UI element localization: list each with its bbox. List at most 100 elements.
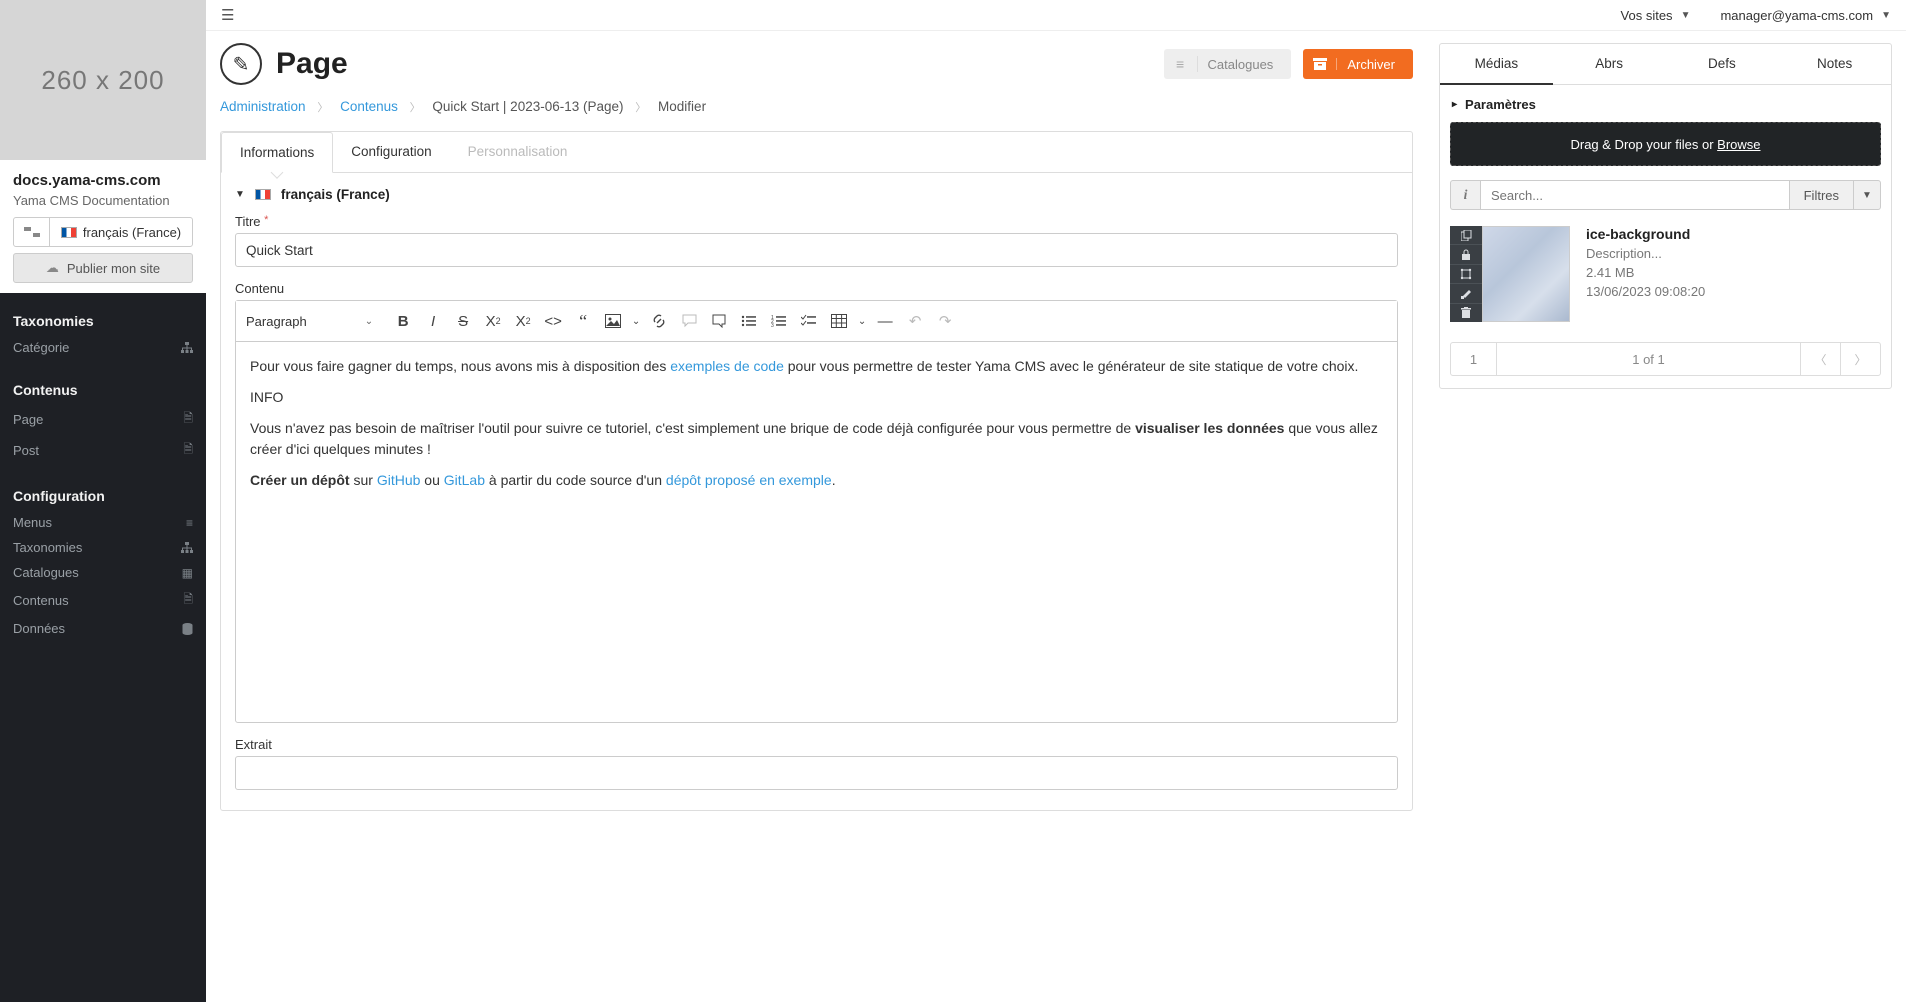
parametres-label: Paramètres — [1465, 97, 1536, 112]
italic-icon[interactable]: I — [419, 307, 447, 335]
hr-icon[interactable]: — — [871, 307, 899, 335]
subscript-icon[interactable]: X2 — [479, 307, 507, 335]
form-card: Informations Configuration Personnalisat… — [220, 131, 1413, 811]
titre-input[interactable] — [235, 233, 1398, 267]
nav-item-post[interactable]: Post 🗎 — [13, 435, 193, 466]
checklist-icon[interactable] — [795, 307, 823, 335]
nav-item-donnees[interactable]: Données — [13, 616, 193, 641]
hamburger-icon[interactable]: ☰ — [221, 6, 234, 24]
superscript-icon[interactable]: X2 — [509, 307, 537, 335]
info-icon[interactable]: i — [1450, 180, 1480, 210]
link-examples[interactable]: exemples de code — [670, 358, 784, 374]
chevron-down-icon[interactable]: ⌄ — [855, 307, 869, 335]
crumb-contenus[interactable]: Contenus — [340, 99, 398, 114]
site-name: docs.yama-cms.com — [13, 172, 193, 189]
pager-prev[interactable]: 〈 — [1800, 343, 1840, 375]
nav-item-menus[interactable]: Menus ≡ — [13, 510, 193, 535]
site-info: docs.yama-cms.com Yama CMS Documentation… — [0, 160, 206, 293]
nav-item-categorie[interactable]: Catégorie — [13, 335, 193, 360]
crumb-page: Quick Start | 2023-06-13 (Page) — [432, 99, 623, 114]
button-label: Archiver — [1347, 57, 1395, 72]
media-thumbnail[interactable] — [1482, 226, 1570, 322]
link-depot[interactable]: dépôt proposé en exemple — [666, 472, 832, 488]
crumb-modifier: Modifier — [658, 99, 706, 114]
database-icon — [182, 623, 193, 635]
sidebar: 260 x 200 docs.yama-cms.com Yama CMS Doc… — [0, 0, 206, 1002]
filters-caret[interactable]: ▼ — [1853, 180, 1881, 210]
archiver-button[interactable]: Archiver — [1303, 49, 1413, 79]
language-collapse[interactable]: ▼ français (France) — [235, 187, 1398, 202]
table-icon[interactable] — [825, 307, 853, 335]
nav-item-taxonomies[interactable]: Taxonomies — [13, 535, 193, 560]
image-icon[interactable] — [599, 307, 627, 335]
parametres-collapse[interactable]: ▸ Paramètres — [1450, 93, 1881, 116]
chevron-right-icon: 〉 — [410, 102, 421, 114]
caret-down-icon: ▼ — [1681, 10, 1691, 21]
media-search-input[interactable] — [1480, 180, 1789, 210]
media-desc: Description... — [1586, 246, 1881, 261]
drop-text: Drag & Drop your files or Browse — [1570, 137, 1760, 152]
nav-taxonomies: Taxonomies Catégorie — [0, 293, 206, 362]
dropzone[interactable]: Drag & Drop your files or Browse — [1450, 122, 1881, 166]
tab-defs[interactable]: Defs — [1666, 44, 1779, 85]
quote-icon[interactable]: “ — [569, 307, 597, 335]
pager-next[interactable]: 〉 — [1840, 343, 1880, 375]
file-icon: 🗎 — [183, 590, 193, 611]
comment-icon — [675, 307, 703, 335]
numbered-list-icon[interactable]: 123 — [765, 307, 793, 335]
link-gitlab[interactable]: GitLab — [444, 472, 485, 488]
editor-body[interactable]: Pour vous faire gagner du temps, nous av… — [236, 342, 1397, 722]
contenu-label: Contenu — [235, 281, 1398, 296]
crop-icon[interactable] — [1450, 265, 1482, 284]
strike-icon[interactable]: S — [449, 307, 477, 335]
main: ☰ Vos sites ▼ manager@yama-cms.com ▼ ✎ P… — [206, 0, 1906, 1002]
tab-informations[interactable]: Informations — [221, 132, 333, 173]
file-icon: 🗎 — [183, 440, 193, 461]
link-github[interactable]: GitHub — [377, 472, 421, 488]
list-icon: ≡ — [1164, 56, 1198, 72]
extrait-label: Extrait — [235, 737, 1398, 752]
copy-icon[interactable] — [1450, 226, 1482, 245]
language-toggle-icon[interactable] — [14, 218, 50, 246]
grid-icon: ▦ — [182, 566, 193, 580]
site-desc: Yama CMS Documentation — [13, 193, 193, 208]
nav-item-contenus[interactable]: Contenus 🗎 — [13, 585, 193, 616]
code-icon[interactable]: <> — [539, 307, 567, 335]
crumb-admin[interactable]: Administration — [220, 99, 306, 114]
nav-item-catalogues[interactable]: Catalogues ▦ — [13, 560, 193, 585]
nav-label: Contenus — [13, 593, 69, 608]
tab-abrs[interactable]: Abrs — [1553, 44, 1666, 85]
triangle-right-icon: ▸ — [1452, 99, 1457, 110]
archive-icon — [1303, 58, 1337, 70]
note-icon[interactable] — [705, 307, 733, 335]
right-tabs: Médias Abrs Defs Notes — [1440, 44, 1891, 85]
browse-link[interactable]: Browse — [1717, 137, 1760, 152]
link-icon[interactable] — [645, 307, 673, 335]
media-item: ice-background Description... 2.41 MB 13… — [1450, 226, 1881, 322]
undo-icon: ↶ — [901, 307, 929, 335]
language-label: français (France) — [83, 225, 181, 240]
sites-dropdown[interactable]: Vos sites ▼ — [1621, 8, 1691, 23]
chevron-down-icon[interactable]: ⌄ — [629, 307, 643, 335]
tab-configuration[interactable]: Configuration — [333, 132, 449, 172]
lock-icon[interactable] — [1450, 245, 1482, 264]
chevron-right-icon: 〉 — [635, 102, 646, 114]
trash-icon[interactable] — [1450, 304, 1482, 322]
svg-text:3: 3 — [771, 323, 774, 328]
nav-label: Données — [13, 621, 65, 636]
bullet-list-icon[interactable] — [735, 307, 763, 335]
extrait-input[interactable] — [235, 756, 1398, 790]
paragraph-select[interactable]: Paragraph ⌄ — [244, 314, 381, 329]
catalogues-button[interactable]: ≡ Catalogues — [1164, 49, 1292, 79]
bold-icon[interactable]: B — [389, 307, 417, 335]
filters-button[interactable]: Filtres — [1789, 180, 1853, 210]
user-dropdown[interactable]: manager@yama-cms.com ▼ — [1720, 8, 1891, 23]
publish-button[interactable]: ☁ Publier mon site — [13, 253, 193, 283]
language-switcher[interactable]: français (France) — [13, 217, 193, 247]
tab-medias[interactable]: Médias — [1440, 44, 1553, 85]
edit-icon[interactable] — [1450, 284, 1482, 303]
tab-notes[interactable]: Notes — [1778, 44, 1891, 85]
nav-item-page[interactable]: Page 🗎 — [13, 404, 193, 435]
media-date: 13/06/2023 09:08:20 — [1586, 284, 1881, 299]
thumb-actions — [1450, 226, 1482, 322]
